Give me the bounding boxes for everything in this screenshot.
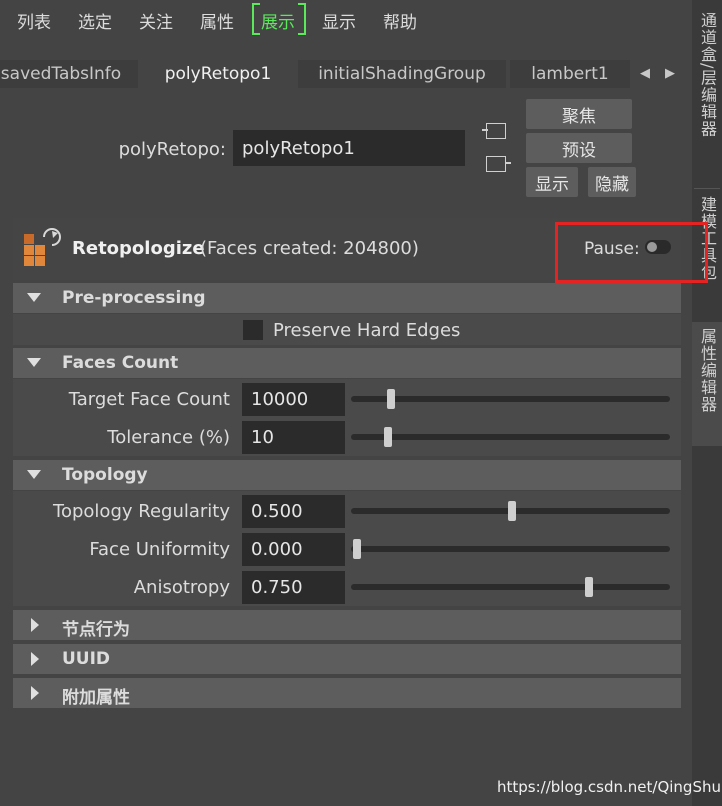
anisotropy-slider[interactable]: [351, 584, 670, 590]
topology-regularity-slider-thumb[interactable]: [507, 501, 516, 521]
section-topology[interactable]: Topology: [13, 460, 681, 490]
focus-button[interactable]: 聚焦: [526, 99, 632, 129]
tab-initial-shading-group[interactable]: initialShadingGroup: [298, 60, 506, 88]
menu-list[interactable]: 列表: [17, 8, 51, 33]
menu-show[interactable]: 展示: [261, 8, 295, 33]
hide-button[interactable]: 隐藏: [588, 167, 636, 197]
section-title: 附加属性: [62, 688, 130, 708]
watermark-text: https://blog.csdn.net/QingShu1: [497, 778, 722, 796]
section-node-behavior[interactable]: 节点行为: [13, 610, 681, 640]
section-title: Topology: [62, 465, 148, 485]
node-name-label: polyRetopo:: [118, 139, 226, 160]
target-face-count-slider-thumb[interactable]: [386, 389, 395, 409]
topology-regularity-label: Topology Regularity: [53, 501, 230, 522]
target-face-count-field[interactable]: [242, 383, 345, 416]
tolerance-field[interactable]: [242, 421, 345, 454]
input-connections-icon[interactable]: [482, 123, 506, 139]
side-tab-divider: [694, 188, 720, 189]
anisotropy-field[interactable]: [242, 571, 345, 604]
section-faces-count[interactable]: Faces Count: [13, 348, 681, 378]
anisotropy-label: Anisotropy: [133, 577, 230, 598]
tab-poly-retopo[interactable]: polyRetopo1: [142, 58, 294, 90]
annotation-highlight-box: [555, 222, 708, 283]
face-uniformity-field[interactable]: [242, 533, 345, 566]
menu-attributes[interactable]: 属性: [200, 8, 234, 33]
tolerance-label: Tolerance (%): [107, 427, 230, 448]
collapse-triangle-icon: [27, 470, 41, 479]
preset-button[interactable]: 预设: [526, 133, 632, 163]
side-tab-attribute-editor[interactable]: 属性编辑器: [692, 322, 722, 446]
side-tab-panel: 通道盒/层编辑器 建模工具包 属性编辑器: [692, 0, 722, 806]
active-menu-bracket-right: [298, 3, 306, 35]
tolerance-slider-thumb[interactable]: [383, 427, 392, 447]
target-face-count-slider[interactable]: [351, 396, 670, 402]
section-preprocessing[interactable]: Pre-processing: [13, 283, 681, 313]
retopologize-icon: [24, 228, 61, 266]
output-connections-icon[interactable]: [486, 156, 511, 172]
show-button[interactable]: 显示: [526, 167, 578, 197]
section-title: 节点行为: [62, 620, 130, 640]
collapse-triangle-icon: [27, 358, 41, 367]
expand-triangle-icon: [31, 618, 39, 632]
face-uniformity-slider[interactable]: [351, 546, 670, 552]
topology-regularity-field[interactable]: [242, 495, 345, 528]
menu-select[interactable]: 选定: [78, 8, 112, 33]
collapse-triangle-icon: [27, 293, 41, 302]
section-uuid[interactable]: UUID: [13, 644, 681, 674]
menu-focus[interactable]: 关注: [139, 8, 173, 33]
section-title: Pre-processing: [62, 288, 206, 308]
anisotropy-slider-thumb[interactable]: [584, 577, 593, 597]
section-title: Faces Count: [62, 353, 179, 373]
expand-triangle-icon: [31, 652, 39, 666]
menu-display[interactable]: 显示: [322, 8, 356, 33]
node-type-title: Retopologize: [72, 238, 205, 259]
node-name-field[interactable]: [233, 130, 465, 166]
faces-created-status: (Faces created: 204800): [200, 238, 419, 259]
tab-saved-tabs-info[interactable]: savedTabsInfo: [0, 60, 138, 88]
face-uniformity-slider-thumb[interactable]: [353, 539, 361, 559]
menu-bar: 列表 选定 关注 属性 展示 显示 帮助: [0, 0, 692, 40]
expand-triangle-icon: [31, 686, 39, 700]
active-menu-bracket-left: [252, 3, 260, 35]
preserve-hard-edges-label: Preserve Hard Edges: [273, 320, 461, 341]
tab-scroll-right-icon[interactable]: ▶: [665, 66, 675, 81]
section-title: UUID: [62, 649, 111, 669]
tolerance-slider[interactable]: [351, 434, 670, 440]
face-uniformity-label: Face Uniformity: [89, 539, 230, 560]
tab-lambert[interactable]: lambert1: [510, 60, 630, 88]
target-face-count-label: Target Face Count: [68, 389, 230, 410]
menu-help[interactable]: 帮助: [383, 8, 417, 33]
preserve-hard-edges-checkbox[interactable]: [243, 320, 263, 340]
side-tab-channel-box[interactable]: 通道盒/层编辑器: [692, 12, 722, 182]
section-extra-attributes[interactable]: 附加属性: [13, 678, 681, 708]
node-tab-bar: savedTabsInfo polyRetopo1 initialShading…: [0, 58, 692, 90]
tab-scroll-left-icon[interactable]: ◀: [640, 66, 650, 81]
